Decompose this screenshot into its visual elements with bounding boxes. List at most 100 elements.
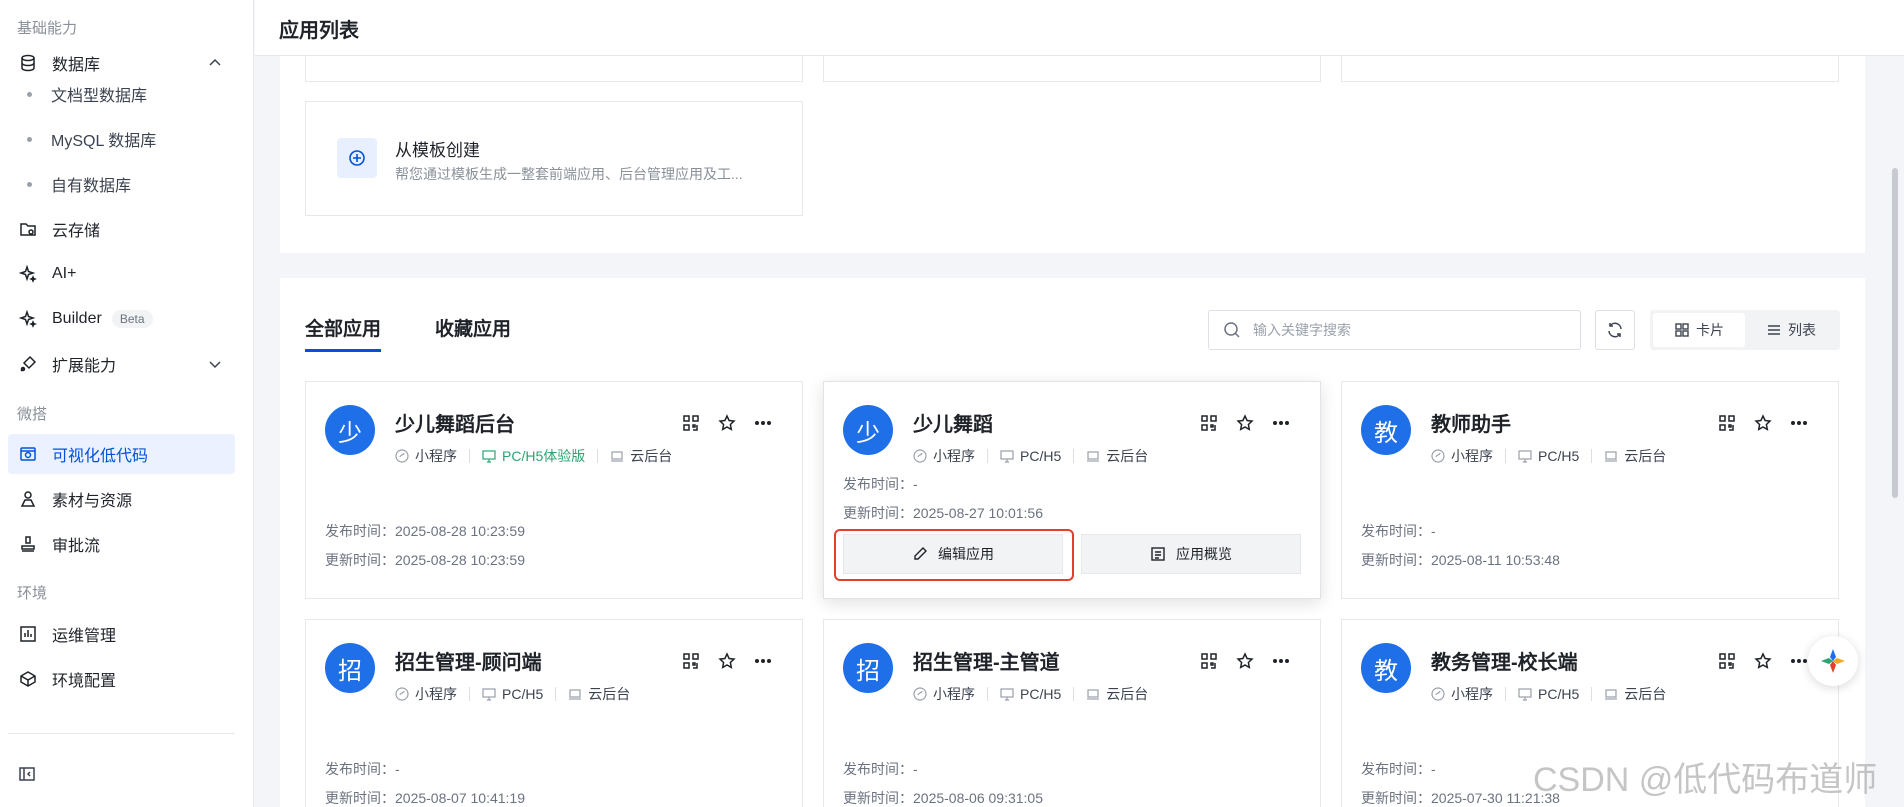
collapse-sidebar-icon[interactable]: [18, 765, 36, 783]
sidebar-item-env-config[interactable]: 环境配置: [8, 659, 235, 699]
sidebar-item-ai[interactable]: AI+: [8, 254, 235, 294]
update-time: 更新时间：2025-07-30 11:21:38: [1361, 790, 1560, 806]
app-avatar: 教: [1361, 405, 1411, 455]
app-avatar: 少: [325, 405, 375, 455]
monitor-icon: [482, 688, 496, 701]
app-card[interactable]: 教 教师助手 小程序 PC/H5 云后台 发布时间：- 更新时间：2025-08…: [1341, 381, 1839, 599]
sidebar-item-builder[interactable]: Builder Beta: [8, 299, 235, 339]
sidebar-item-label: 扩展能力: [52, 358, 117, 375]
create-from-template-card[interactable]: 从模板创建 帮您通过模板生成一整套前端应用、后台管理应用及工...: [305, 101, 803, 216]
more-icon[interactable]: [1788, 412, 1810, 434]
tag-cloud-admin: 云后台: [1604, 446, 1666, 466]
create-panel: 从模板创建 帮您通过模板生成一整套前端应用、后台管理应用及工...: [280, 56, 1865, 253]
app-title: 教师助手: [1431, 414, 1511, 436]
grid-icon: [1675, 323, 1689, 337]
search-input[interactable]: [1253, 322, 1553, 338]
qrcode-icon[interactable]: [1716, 412, 1738, 434]
more-icon[interactable]: [1270, 412, 1292, 434]
laptop-icon: [611, 451, 624, 462]
sidebar-subitem-doc-db[interactable]: 文档型数据库: [0, 76, 254, 112]
more-icon[interactable]: [752, 412, 774, 434]
sidebar-item-label: AI+: [52, 265, 77, 282]
tag-cloud-admin: 云后台: [1086, 684, 1148, 704]
sidebar-subitem-own-db[interactable]: 自有数据库: [0, 166, 254, 202]
update-time: 更新时间：2025-08-06 09:31:05: [843, 790, 1043, 806]
tag-cloud-admin: 云后台: [610, 446, 672, 466]
miniprogram-icon: [1431, 687, 1445, 701]
laptop-icon: [1605, 689, 1618, 700]
section-label-weida: 微搭: [17, 406, 48, 423]
qrcode-icon[interactable]: [680, 650, 702, 672]
star-icon[interactable]: [1234, 412, 1256, 434]
page-scrollbar[interactable]: [1892, 168, 1898, 498]
app-card[interactable]: 招 招生管理-主管道 小程序 PC/H5 云后台 发布时间：- 更新时间：202…: [823, 619, 1321, 807]
page-title: 应用列表: [279, 20, 359, 42]
chevron-up-icon[interactable]: [207, 55, 223, 71]
update-time: 更新时间：2025-08-07 10:41:19: [325, 790, 525, 806]
miniprogram-icon: [395, 687, 409, 701]
miniprogram-icon: [395, 449, 409, 463]
refresh-icon: [1608, 322, 1622, 338]
tag-miniprogram: 小程序: [1431, 446, 1493, 466]
star-icon[interactable]: [716, 412, 738, 434]
search-box[interactable]: [1208, 310, 1581, 350]
more-icon[interactable]: [752, 650, 774, 672]
page-header: 应用列表: [255, 0, 1904, 56]
sidebar-item-label: 环境配置: [52, 673, 117, 690]
star-icon[interactable]: [1752, 412, 1774, 434]
app-list-panel: 全部应用 收藏应用 卡片 列表 少 少儿舞蹈后台 小程序 PC/H5体验版: [280, 278, 1865, 807]
more-icon[interactable]: [1788, 650, 1810, 672]
sidebar-item-approval[interactable]: 审批流: [8, 524, 235, 564]
more-icon[interactable]: [1270, 650, 1292, 672]
sidebar-item-ops[interactable]: 运维管理: [8, 614, 235, 654]
template-desc: 帮您通过模板生成一整套前端应用、后台管理应用及工...: [395, 166, 743, 182]
search-icon: [1224, 322, 1240, 338]
tag-pch5: PC/H5: [1000, 448, 1061, 464]
tag-miniprogram: 小程序: [395, 684, 457, 704]
tab-all-apps[interactable]: 全部应用: [305, 314, 382, 352]
sidebar-subitem-mysql[interactable]: MySQL 数据库: [0, 121, 254, 157]
qrcode-icon[interactable]: [1198, 412, 1220, 434]
qrcode-icon[interactable]: [1716, 650, 1738, 672]
create-option-card[interactable]: [823, 56, 1321, 82]
folder-icon: [18, 219, 38, 239]
qrcode-icon[interactable]: [680, 412, 702, 434]
qrcode-icon[interactable]: [1198, 650, 1220, 672]
monitor-icon: [1000, 688, 1014, 701]
sidebar-item-lowcode[interactable]: 可视化低代码: [8, 434, 235, 474]
app-card[interactable]: 招 招生管理-顾问端 小程序 PC/H5 云后台 发布时间：- 更新时间：202…: [305, 619, 803, 807]
publish-time: 发布时间：-: [1361, 523, 1436, 539]
assets-icon: [18, 489, 38, 509]
create-option-card[interactable]: [1341, 56, 1839, 82]
app-title: 教务管理-校长端: [1431, 652, 1578, 674]
bar-chart-icon: [18, 624, 38, 644]
tag-pch5: PC/H5: [1518, 686, 1579, 702]
view-list-button[interactable]: 列表: [1745, 313, 1837, 347]
app-card[interactable]: 少 少儿舞蹈后台 小程序 PC/H5体验版 云后台 发布时间：2025-08-2…: [305, 381, 803, 599]
sidebar-item-extensions[interactable]: 扩展能力: [8, 344, 235, 384]
refresh-button[interactable]: [1595, 310, 1635, 350]
sidebar-item-storage[interactable]: 云存储: [8, 209, 235, 249]
assistant-float-button[interactable]: [1808, 636, 1858, 686]
app-overview-button[interactable]: 应用概览: [1081, 534, 1301, 574]
database-icon: [18, 53, 38, 73]
miniprogram-icon: [1431, 449, 1445, 463]
sidebar-divider: [8, 733, 235, 734]
sidebar-item-label: 运维管理: [52, 628, 117, 645]
sidebar-item-assets[interactable]: 素材与资源: [8, 479, 235, 519]
stamp-icon: [18, 534, 38, 554]
watermark: CSDN @低代码布道师: [1533, 761, 1878, 799]
sparkle-icon: [18, 309, 38, 329]
star-icon[interactable]: [716, 650, 738, 672]
create-option-card[interactable]: [305, 56, 803, 82]
star-icon[interactable]: [1752, 650, 1774, 672]
star-icon[interactable]: [1234, 650, 1256, 672]
tab-favorite-apps[interactable]: 收藏应用: [435, 314, 511, 349]
tag-pch5: PC/H5: [1000, 686, 1061, 702]
chevron-down-icon[interactable]: [207, 356, 223, 372]
view-card-button[interactable]: 卡片: [1653, 313, 1745, 347]
update-time: 更新时间：2025-08-11 10:53:48: [1361, 552, 1560, 568]
laptop-icon: [1605, 451, 1618, 462]
tag-miniprogram: 小程序: [395, 446, 457, 466]
publish-time: 发布时间：-: [1361, 761, 1436, 777]
